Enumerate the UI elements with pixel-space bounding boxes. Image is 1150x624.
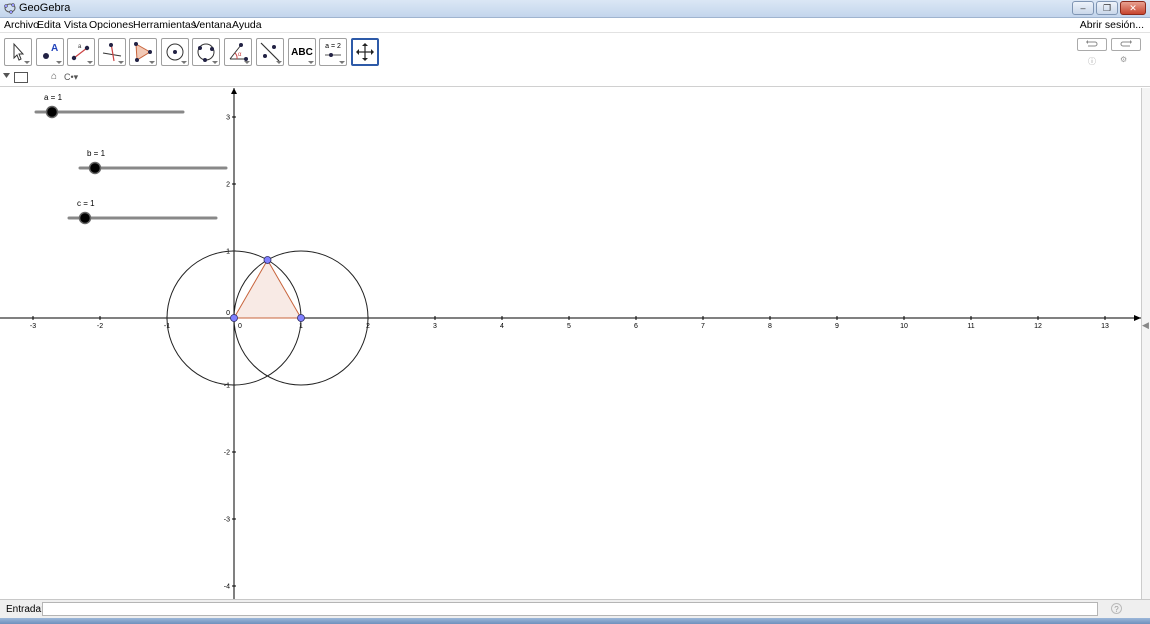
y-tick-label: -2	[224, 450, 230, 457]
menu-archivo[interactable]: Archivo	[4, 19, 39, 31]
input-help-icon[interactable]: ?	[1111, 603, 1122, 614]
collapsed-panel-bar[interactable]: ◀	[1141, 88, 1150, 599]
minimize-button[interactable]: –	[1072, 1, 1094, 15]
menu-bar: Archivo Edita Vista Opciones Herramienta…	[0, 18, 1150, 33]
angle-tool[interactable]: α	[224, 38, 252, 66]
menu-edita[interactable]: Edita	[37, 19, 61, 31]
move-arrows-icon	[356, 43, 374, 61]
text-tool-label: ABC	[291, 47, 313, 58]
reflect-tool[interactable]	[256, 38, 284, 66]
segment-tool[interactable]: a	[67, 38, 95, 66]
circle-tool[interactable]	[161, 38, 189, 66]
graphics-view[interactable]: -3 -2 -1 0 1 2 3 4 5 6 7 8 9 10 11 12 13 3 2 1 -1 -2 -3 -4 0 a = …	[0, 88, 1141, 599]
y-tick-label: -3	[224, 517, 230, 524]
menu-herramientas[interactable]: Herramientas	[133, 19, 196, 31]
taskbar	[0, 618, 1150, 624]
geogebra-icon	[4, 3, 16, 14]
slider-b-knob[interactable]	[88, 161, 102, 175]
x-tick-label: 4	[500, 323, 504, 330]
menu-opciones[interactable]: Opciones	[89, 19, 133, 31]
svg-text:α: α	[238, 52, 242, 58]
y-tick-label: -4	[224, 584, 230, 591]
redo-icon	[1120, 40, 1132, 47]
expand-panel-icon[interactable]: ◀	[1142, 320, 1149, 331]
axes-toggle-icon[interactable]: C•▾	[64, 72, 78, 83]
slider-tool[interactable]: a = 2	[319, 38, 347, 66]
help-icon[interactable]: ⓘ	[1088, 56, 1096, 67]
y-tick-label: 2	[226, 182, 230, 189]
slider-a-knob[interactable]	[45, 105, 59, 119]
x-tick-label: 5	[567, 323, 571, 330]
origin-label: 0	[226, 310, 230, 317]
slider-a-label: a = 1	[44, 93, 63, 102]
title-bar: GeoGebra – ❐ ✕	[0, 0, 1150, 18]
graphics-view-bar: ⌂ C•▾	[0, 70, 1150, 87]
close-button[interactable]: ✕	[1120, 1, 1146, 15]
polygon-tool[interactable]	[129, 38, 157, 66]
settings-gear-icon[interactable]: ⚙	[1120, 55, 1127, 64]
login-link[interactable]: Abrir sesión...	[1080, 19, 1144, 31]
x-axis-arrow	[1134, 315, 1141, 321]
window-title: GeoGebra	[19, 2, 71, 14]
slider-c-knob[interactable]	[78, 211, 92, 225]
x-tick-label: -2	[97, 323, 103, 330]
y-tick-label: 3	[226, 115, 230, 122]
slider-b-label: b = 1	[87, 149, 106, 158]
triangle-polygon[interactable]	[233, 258, 302, 319]
undo-icon	[1086, 40, 1098, 47]
perpendicular-tool[interactable]	[98, 38, 126, 66]
point-tool[interactable]: A	[36, 38, 64, 66]
x-tick-label: 11	[967, 323, 974, 330]
svg-text:A: A	[51, 43, 58, 54]
view-menu-triangle-icon[interactable]	[3, 73, 10, 79]
point-b[interactable]	[297, 314, 305, 322]
toolbar: A a α ABC a = 2 ⓘ ⚙	[0, 34, 1150, 70]
x-tick-label: 9	[835, 323, 839, 330]
input-bar: Entrada: ?	[0, 599, 1150, 618]
geometry-canvas[interactable]: -3 -2 -1 0 1 2 3 4 5 6 7 8 9 10 11 12 13321-1-2-3-40a = …	[0, 88, 1141, 599]
y-tick-label: 1	[226, 249, 230, 256]
x-tick-label: -3	[30, 323, 36, 330]
restore-button[interactable]: ❐	[1096, 1, 1118, 15]
move-tool[interactable]	[4, 38, 32, 66]
menu-ayuda[interactable]: Ayuda	[232, 19, 262, 31]
input-label: Entrada:	[6, 604, 44, 615]
slider-c-label: c = 1	[77, 199, 95, 208]
svg-text:a: a	[78, 44, 82, 50]
move-graphics-tool[interactable]	[351, 38, 379, 66]
x-tick-label: 13	[1101, 323, 1109, 330]
x-tick-label: 10	[900, 323, 908, 330]
x-tick-label: 6	[634, 323, 638, 330]
home-icon[interactable]: ⌂	[51, 71, 57, 82]
menu-ventana[interactable]: Ventana	[193, 19, 232, 31]
y-tick-label: -1	[224, 383, 230, 390]
x-tick-label: 7	[701, 323, 705, 330]
x-tick-label: 8	[768, 323, 772, 330]
x-tick-label: 0	[238, 323, 242, 330]
menu-vista[interactable]: Vista	[64, 19, 87, 31]
redo-button[interactable]	[1111, 38, 1141, 51]
undo-button[interactable]	[1077, 38, 1107, 51]
x-tick-label: 3	[433, 323, 437, 330]
point-a[interactable]	[230, 314, 238, 322]
x-tick-label: 12	[1034, 323, 1042, 330]
toggle-style-bar-icon[interactable]	[14, 72, 28, 83]
y-axis-arrow	[231, 88, 237, 94]
text-tool[interactable]: ABC	[288, 38, 316, 66]
input-field[interactable]	[42, 602, 1098, 616]
point-c[interactable]	[263, 256, 272, 264]
circle-three-points-tool[interactable]	[192, 38, 220, 66]
